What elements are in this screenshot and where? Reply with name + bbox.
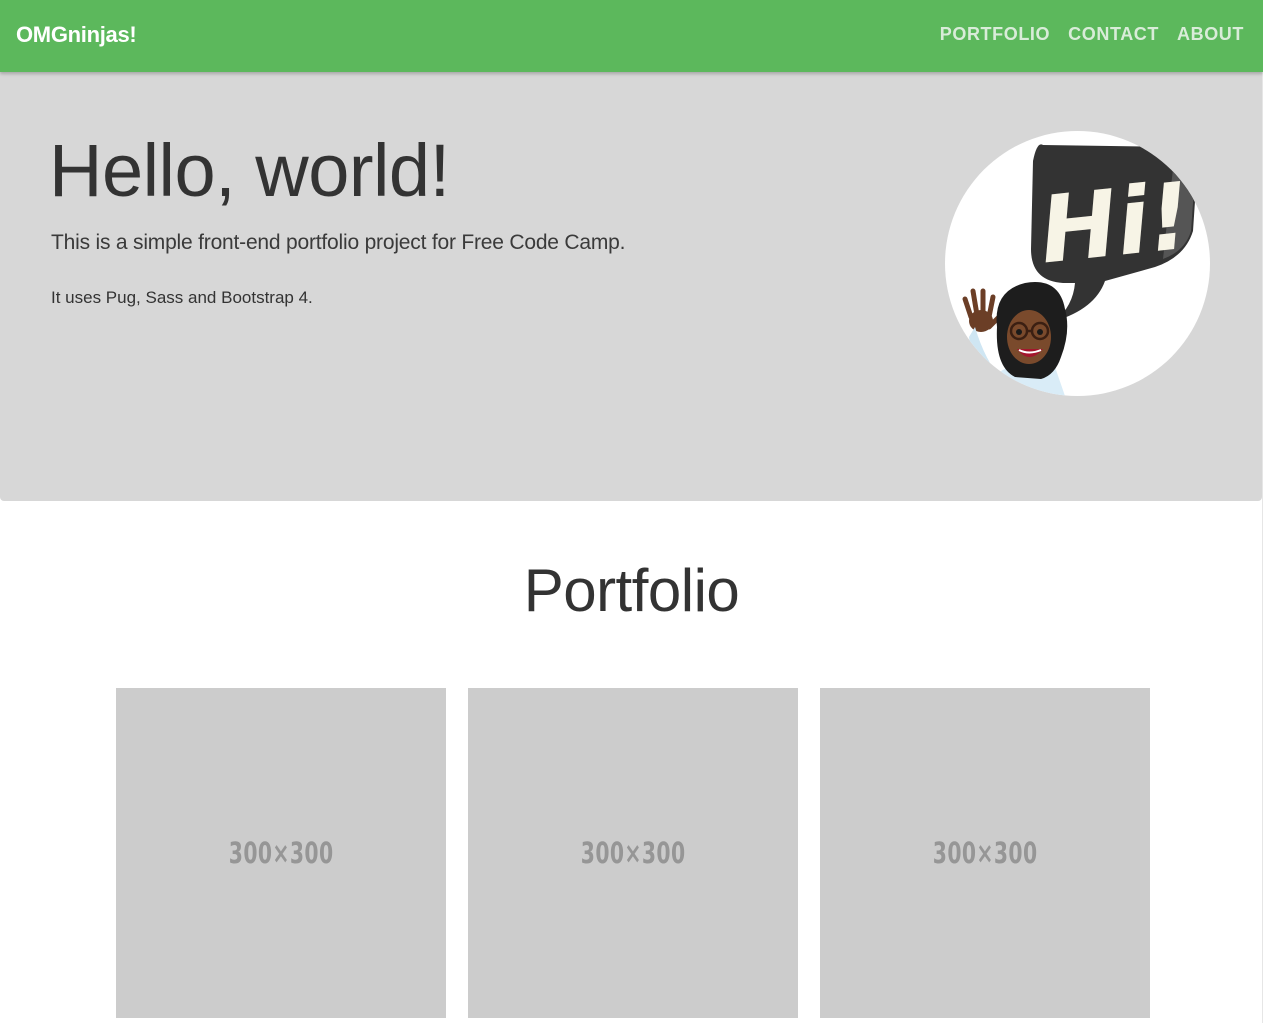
portfolio-item[interactable]: 300×300 [820, 688, 1150, 1018]
placeholder-label: 300×300 [932, 836, 1038, 870]
jumbotron: Hello, world! This is a simple front-end… [0, 72, 1262, 501]
brand-link[interactable]: OMGninjas! [16, 22, 137, 48]
nav-link-portfolio[interactable]: PORTFOLIO [940, 24, 1050, 45]
avatar-image: Hi! [945, 131, 1210, 396]
nav-links: PORTFOLIO CONTACT ABOUT [940, 24, 1244, 45]
placeholder-label: 300×300 [228, 836, 334, 870]
portfolio-title: Portfolio [523, 557, 740, 624]
nav-link-about[interactable]: ABOUT [1177, 24, 1244, 45]
bubble-text: Hi! [1035, 162, 1196, 284]
jumbotron-lead: This is a simple front-end portfolio pro… [51, 231, 626, 254]
jumbotron-title: Hello, world! [49, 129, 450, 212]
portfolio-item[interactable]: 300×300 [116, 688, 446, 1018]
navbar: OMGninjas! PORTFOLIO CONTACT ABOUT [0, 0, 1263, 72]
nav-link-contact[interactable]: CONTACT [1068, 24, 1159, 45]
placeholder-label: 300×300 [580, 836, 686, 870]
bitmoji-illustration: Hi! [962, 144, 1197, 396]
portfolio-item[interactable]: 300×300 [468, 688, 798, 1018]
jumbotron-text: It uses Pug, Sass and Bootstrap 4. [51, 288, 313, 307]
